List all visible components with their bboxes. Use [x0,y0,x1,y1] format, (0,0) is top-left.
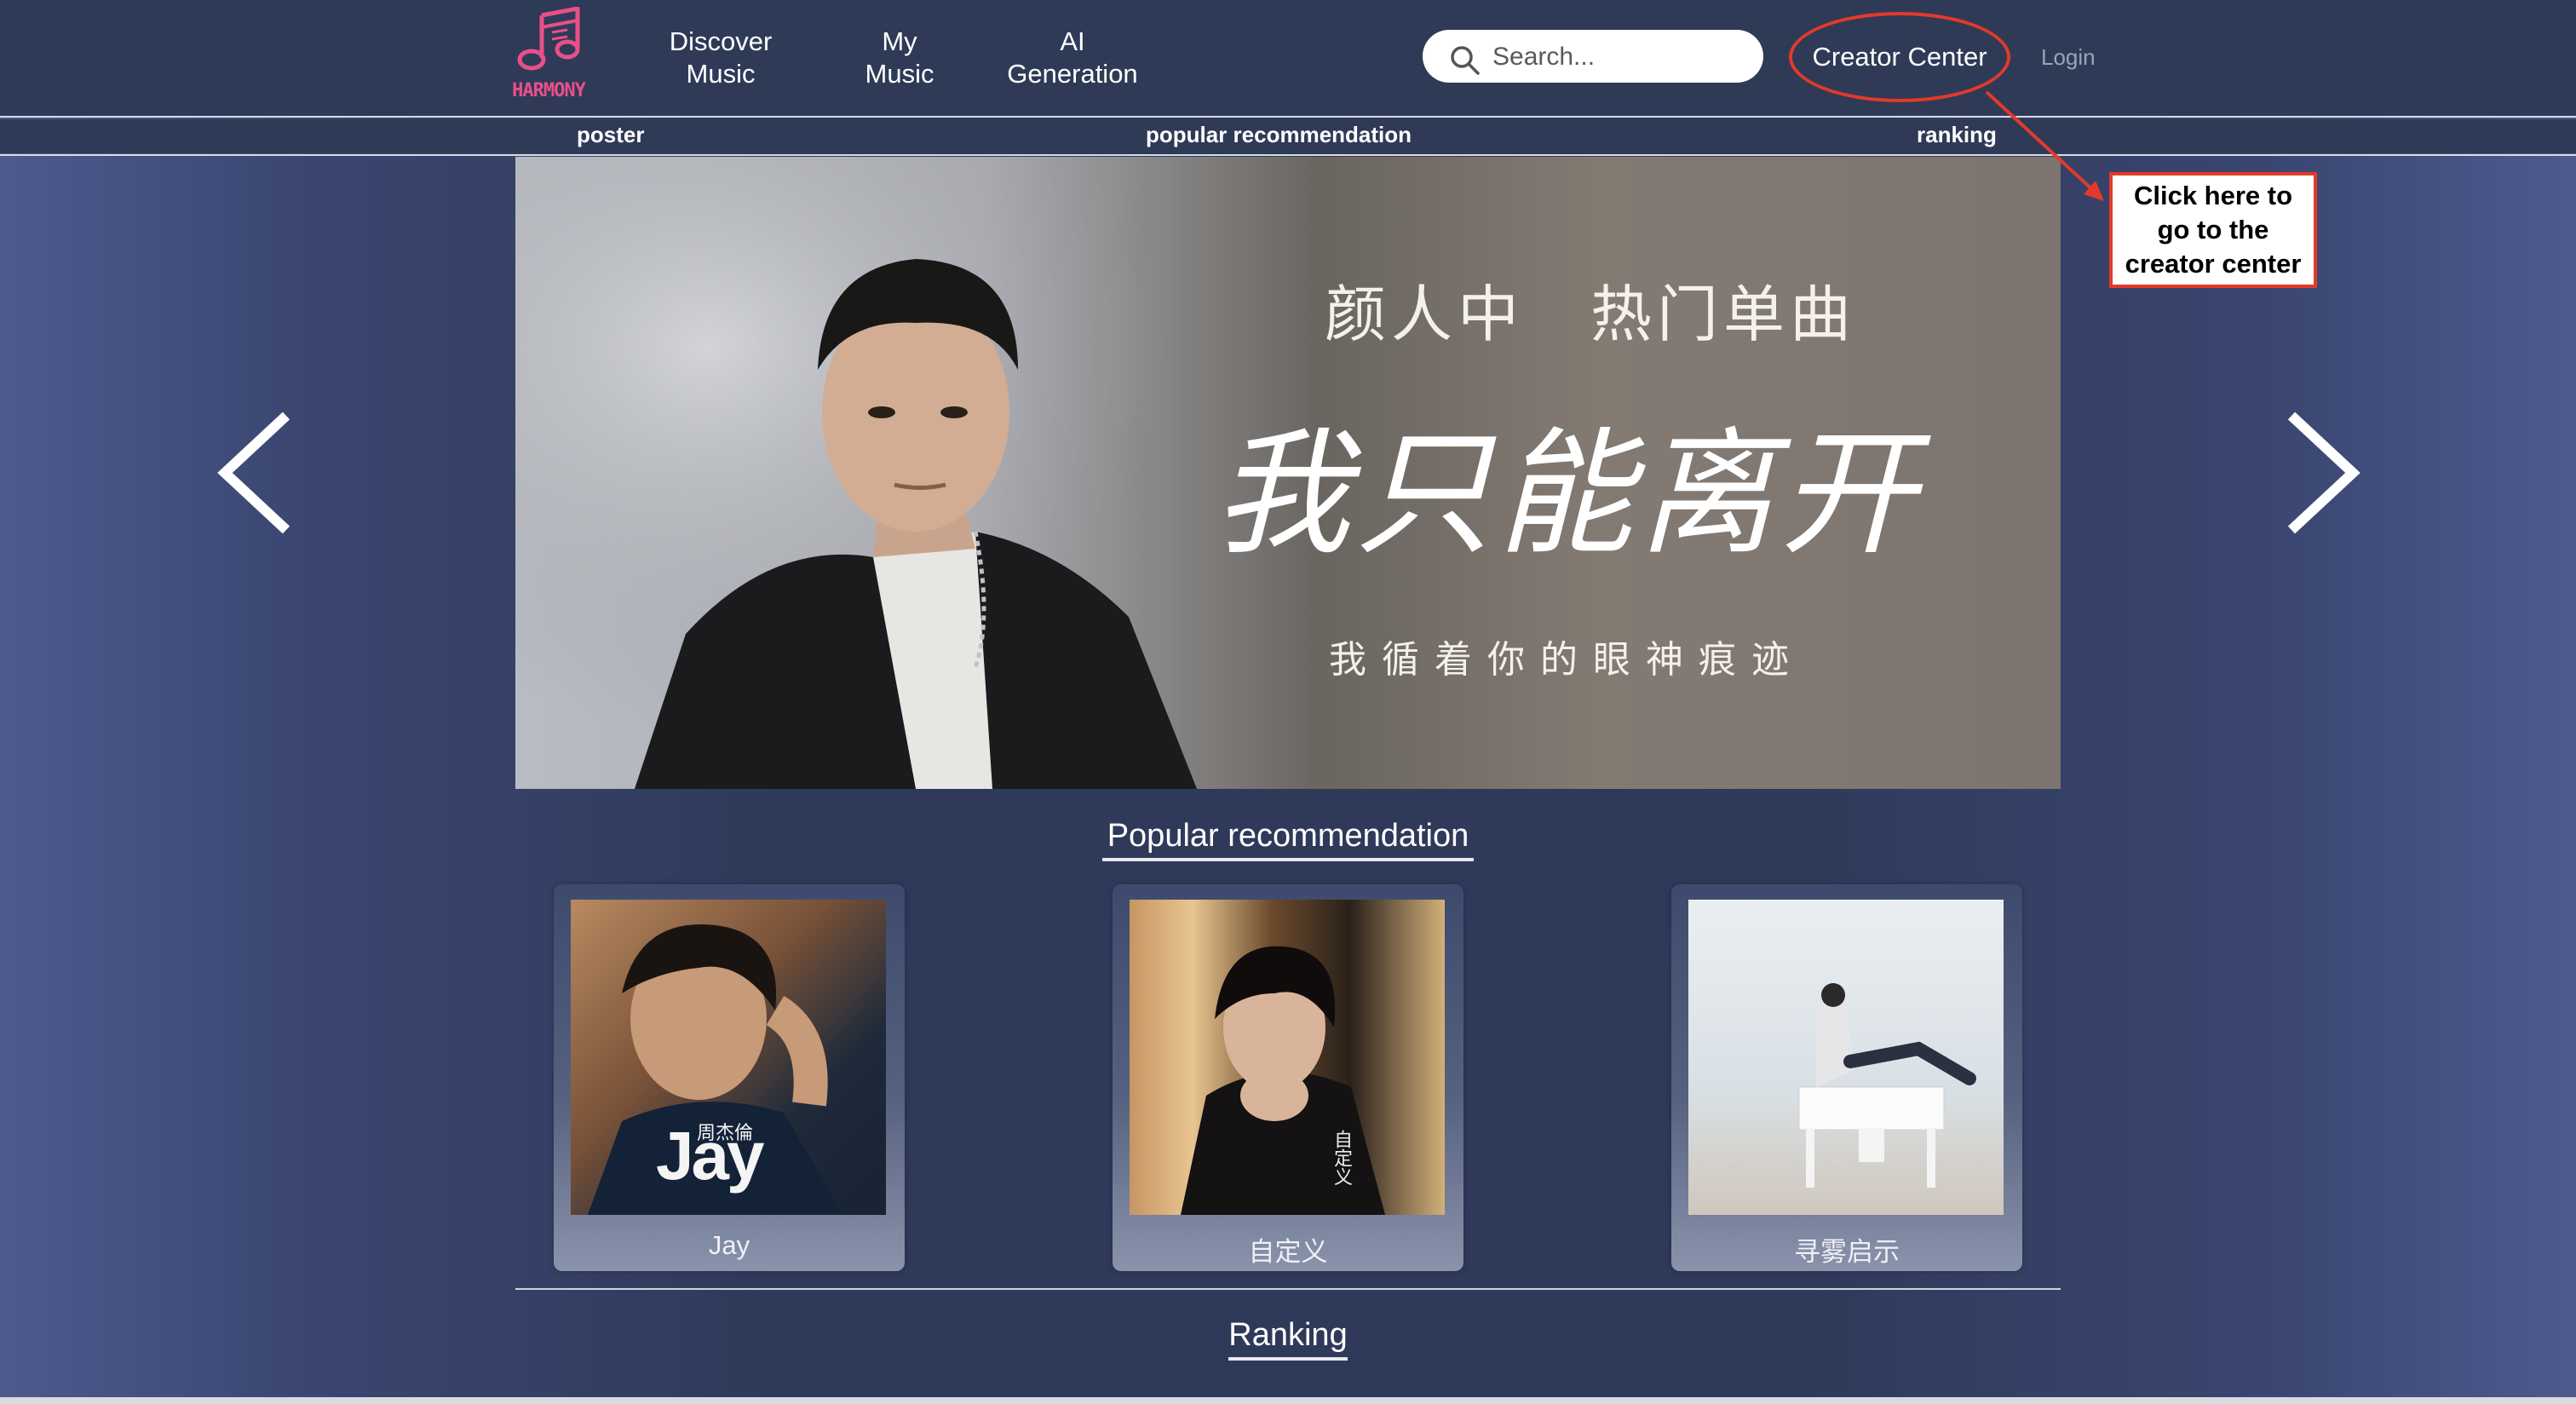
carousel-prev-arrow-icon[interactable] [213,409,298,537]
album-label-jay: Jay [708,1230,750,1260]
annotation-line-1: Click here to [2133,181,2293,210]
music-note-logo-icon [517,7,580,71]
banner-artist-title: 颜人中 热门单曲 [1325,279,1857,350]
nav-my-music[interactable]: My Music [852,26,947,90]
album-cover-xunwuqishi-art [1798,983,1976,1188]
album-card-zidingyi[interactable]: 自定义 自定义 [1113,884,1463,1271]
album-cover-xunwuqishi [1688,900,2004,1215]
subnav-ranking[interactable]: ranking [1917,122,1997,148]
album-card-jay[interactable]: Jay 周杰倫 Jay [554,884,905,1271]
popular-recommendation-title: Popular recommendation [1102,818,1474,861]
album-card-xunwuqishi[interactable]: 寻雾启示 [1671,884,2022,1271]
search-icon [1451,46,1480,75]
top-navigation-bar [0,0,2576,116]
nav-ai-generation[interactable]: AI Generation [997,26,1148,90]
nav-my-music-line2: Music [865,59,934,89]
carousel-next-arrow-icon[interactable] [2280,409,2365,537]
login-link[interactable]: Login [2041,44,2096,71]
album-cover-jay: Jay 周杰倫 [571,900,886,1215]
ranking-title: Ranking [1228,1317,1348,1361]
album-cover-jay-subtext: 周杰倫 [697,1122,754,1143]
subnav-popular-recommendation[interactable]: popular recommendation [1146,122,1412,148]
album-cover-zidingyi-art [1181,946,1385,1215]
banner-lyric: 我循着你的眼神痕迹 [1329,638,1804,682]
nav-discover-music-line2: Music [686,59,756,89]
annotation-line-2: go to the [2157,215,2269,245]
creator-center-button[interactable]: Creator Center [1789,12,2010,102]
window-bottom-edge [0,1397,2576,1404]
nav-ai-generation-line1: AI [1060,26,1085,56]
banner-song-title: 我只能离开 [1214,414,1922,573]
nav-ai-generation-line2: Generation [1007,59,1138,89]
album-label-zidingyi: 自定义 [1248,1237,1328,1267]
header-divider-bottom [0,154,2576,156]
logo-wordmark: HARMONY [512,80,586,101]
annotation-callout: Click here to go to the creator center [2109,172,2317,288]
search-input[interactable] [1491,37,1750,78]
annotation-line-3: creator center [2125,249,2302,279]
harmony-logo[interactable]: HARMONY [508,7,589,102]
album-cover-zidingyi: 自定义 [1130,900,1445,1215]
nav-discover-music-line1: Discover [669,26,773,56]
subnav-poster[interactable]: poster [577,122,644,148]
header-divider-top [0,116,2576,118]
album-label-xunwuqishi: 寻雾启示 [1794,1237,1900,1267]
poster-banner[interactable]: 颜人中 热门单曲 我只能离开 我循着你的眼神痕迹 [515,157,2061,789]
nav-my-music-line1: My [882,26,917,56]
search-box[interactable] [1423,30,1763,83]
album-cover-zidingyi-text: 自定义 [1331,1130,1352,1186]
nav-discover-music[interactable]: Discover Music [656,26,785,90]
section-divider [515,1288,2061,1290]
